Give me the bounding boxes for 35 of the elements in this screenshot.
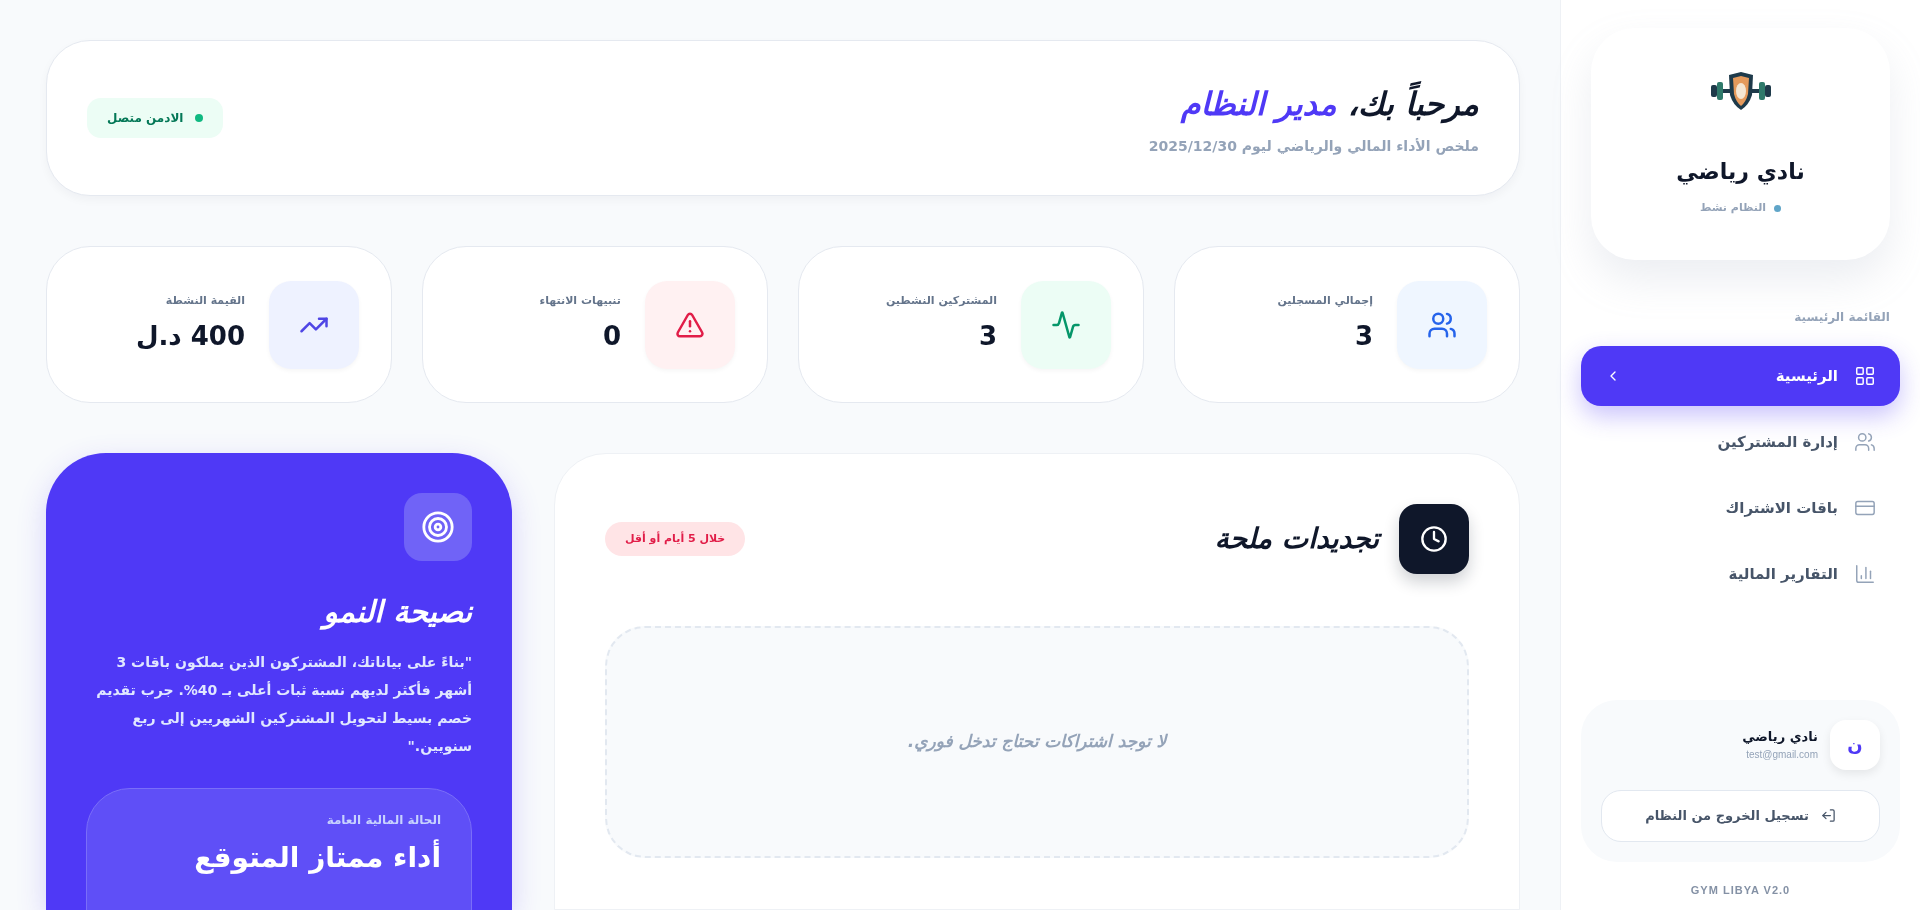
nav-item[interactable]: باقات الاشتراك — [1581, 478, 1900, 538]
renewals-badge: خلال 5 أيام أو أقل — [605, 522, 746, 556]
users-icon — [1854, 431, 1876, 453]
financial-status-label: الحالة المالية العامة — [325, 812, 441, 829]
financial-status-value: أداء ممتاز المتوقع — [193, 838, 441, 876]
version-label: GYM LIBYA V2.0 — [1689, 882, 1792, 898]
stat-label: المشتركين النشطين — [885, 292, 997, 309]
empty-state-message: لا توجد اشتراكات تحتاج تدخل فوري. — [907, 730, 1167, 754]
user-avatar: ن — [1830, 719, 1880, 770]
welcome-heading: مرحباً بك، مدير النظام — [1148, 79, 1479, 128]
system-status: النظام نشط — [1699, 200, 1767, 217]
menu-heading: القائمة الرئيسية — [1793, 309, 1890, 326]
stat-value: 0 — [601, 320, 621, 354]
online-badge: الادمن متصل — [87, 98, 224, 138]
logo-drawing — [1708, 71, 1773, 112]
clock-icon — [1420, 525, 1448, 553]
stat-value: 3 — [977, 320, 997, 354]
header-subtitle: ملخص الأداء المالي والرياضي ليوم 2025/12/30 — [1148, 136, 1479, 157]
grid-icon — [1854, 365, 1876, 387]
nav-item[interactable]: التقارير المالية — [1581, 544, 1900, 604]
stat-label: القيمة النشطة — [164, 292, 245, 309]
tip-text: "بناءً على بياناتك، المشتركون الذين يملكون باقات 3 أشهر فأكثر لديهم نسبة ثبات أعلى بـ 40%. جرب تقديم خصم بسيط لتحويل المشتركين الشهريين إلى ربع سنويين." — [95, 653, 472, 757]
user-name: نادي رياضي — [1742, 728, 1818, 747]
target-icon — [421, 510, 455, 544]
bar-chart-icon — [1854, 563, 1876, 585]
logout-icon — [1820, 808, 1836, 823]
nav-item[interactable]: إدارة المشتركين — [1581, 412, 1900, 472]
stat-value: 400 د.ل — [135, 320, 245, 354]
club-name: نادي رياضي — [1676, 158, 1805, 187]
stat-label: إجمالي المسجلين — [1277, 292, 1373, 309]
logout-button[interactable]: تسجيل الخروج من النظام — [1601, 789, 1880, 842]
nav-item[interactable]: الرئيسية — [1581, 346, 1900, 406]
stat-label: تنبيهات الانتهاء — [539, 292, 621, 309]
user-email: test@gmail.com — [1745, 747, 1818, 762]
stat-value: 3 — [1353, 320, 1373, 354]
